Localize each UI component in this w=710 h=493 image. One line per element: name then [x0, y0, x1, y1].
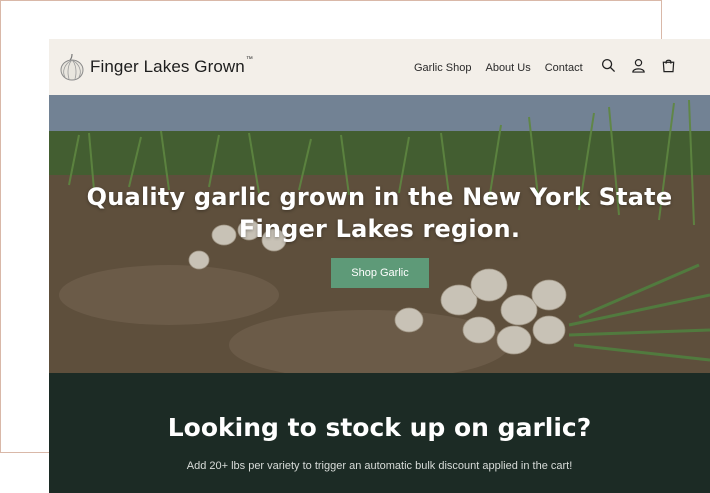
hero-title: Quality garlic grown in the New York Sta… [86, 183, 673, 243]
promo-subtitle: Add 20+ lbs per variety to trigger an au… [186, 460, 573, 472]
nav-garlic-shop[interactable]: Garlic Shop [414, 62, 471, 74]
promo-title: Looking to stock up on garlic? [167, 413, 592, 442]
brand-logo[interactable]: Finger Lakes Grown ™ [59, 47, 253, 87]
brand-name: Finger Lakes Grown [90, 57, 245, 76]
nav-about-us[interactable]: About Us [485, 62, 530, 74]
bulk-promo-section: Looking to stock up on garlic? Add 20+ l… [49, 373, 710, 493]
site-header: Finger Lakes Grown ™ Garlic Shop About U… [49, 39, 710, 95]
cart-button[interactable] [659, 56, 677, 74]
main-nav: Garlic Shop About Us Contact [414, 62, 583, 74]
trademark-mark: ™ [245, 56, 253, 63]
header-actions [599, 56, 677, 74]
website-preview: Finger Lakes Grown ™ Garlic Shop About U… [49, 39, 710, 493]
nav-contact[interactable]: Contact [545, 62, 583, 74]
cart-icon [662, 59, 674, 72]
account-icon [631, 58, 645, 73]
hero-banner: Quality garlic grown in the New York Sta… [49, 95, 710, 373]
garlic-logo-icon [60, 53, 84, 81]
shop-garlic-button[interactable]: Shop Garlic [331, 258, 429, 288]
account-button[interactable] [629, 56, 647, 74]
search-icon [601, 58, 615, 72]
search-button[interactable] [599, 56, 617, 74]
